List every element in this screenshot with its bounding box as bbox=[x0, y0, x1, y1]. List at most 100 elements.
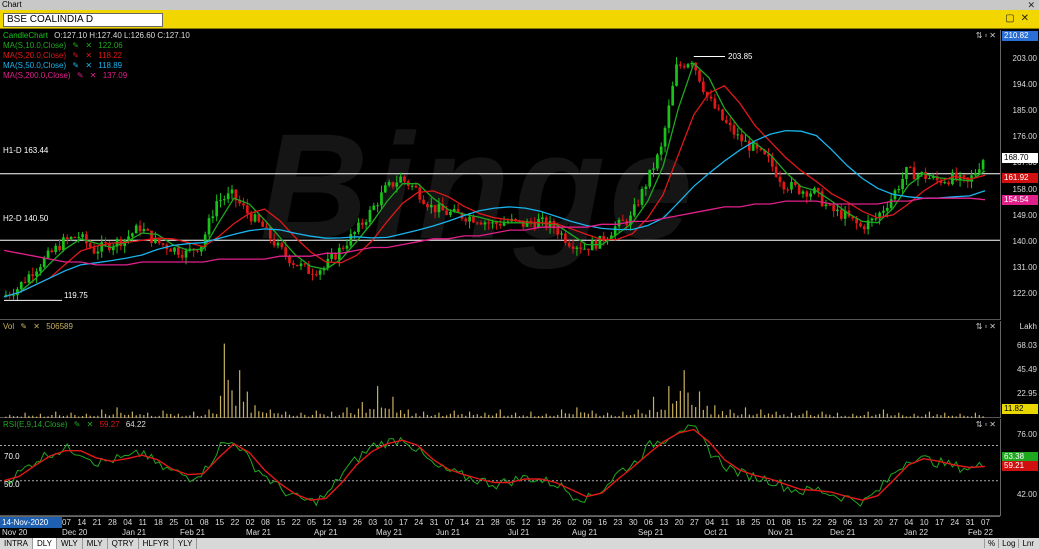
remove-icon[interactable]: ✕ bbox=[85, 61, 92, 70]
candle-body bbox=[88, 243, 92, 248]
volume-bar bbox=[790, 412, 793, 418]
volume-bar bbox=[744, 407, 747, 418]
date-tick: 09 bbox=[582, 518, 592, 527]
symbol-input[interactable]: BSE COALINDIA D bbox=[3, 13, 163, 27]
date-axis[interactable]: 14-Nov-2020 07 14 21 28 04 11 18 25 01 08 15 22 02 08… bbox=[0, 516, 1000, 538]
candle-body bbox=[621, 219, 625, 221]
pane-controls[interactable]: ⇅▫✕ bbox=[976, 322, 998, 331]
pencil-icon[interactable]: ✎ bbox=[72, 41, 79, 50]
rsi-chart[interactable] bbox=[0, 419, 1000, 516]
timeframe-mly[interactable]: MLY bbox=[83, 538, 108, 549]
price-tag: 210.82 bbox=[1002, 31, 1038, 42]
volume-bar bbox=[407, 409, 409, 418]
price-pane[interactable]: Binge CandleChart O:127.10 H:127.40 L:12… bbox=[0, 30, 1000, 320]
rsi-pane[interactable]: RSI(E,9,14,Close) ✎ ✕ 59.27 64.22 70.0 5… bbox=[0, 419, 1000, 516]
volume-bar bbox=[967, 416, 969, 418]
close-chart-icon[interactable]: ✕ bbox=[1021, 13, 1035, 24]
price-chart[interactable] bbox=[0, 30, 1000, 320]
timeframe-wly[interactable]: WLY bbox=[57, 538, 83, 549]
volume-bar bbox=[614, 416, 616, 418]
remove-icon[interactable]: ✕ bbox=[90, 71, 97, 80]
volume-chart[interactable] bbox=[0, 321, 1000, 418]
candle-body bbox=[698, 70, 701, 82]
volume-bar bbox=[154, 416, 156, 418]
pencil-icon[interactable]: ✎ bbox=[20, 322, 27, 331]
volume-bar bbox=[622, 411, 624, 418]
timeframe-intra[interactable]: INTRA bbox=[0, 538, 33, 549]
date-tick: 13 bbox=[858, 518, 868, 527]
close-icon[interactable]: ✕ bbox=[1027, 0, 1035, 10]
volume-bar bbox=[675, 400, 678, 418]
pane-controls[interactable]: ⇅▫✕ bbox=[976, 420, 998, 429]
date-tick: 06 bbox=[644, 518, 653, 527]
volume-bar bbox=[453, 410, 455, 418]
timeframe-dly[interactable]: DLY bbox=[33, 538, 57, 549]
volume-bar bbox=[354, 414, 356, 418]
volume-bar bbox=[262, 412, 264, 418]
volume-bar bbox=[120, 412, 122, 418]
date-tick: 28 bbox=[107, 518, 117, 527]
volume-bar bbox=[426, 414, 429, 418]
volume-bar bbox=[131, 411, 133, 418]
candle-body bbox=[23, 281, 27, 283]
volume-bar bbox=[787, 416, 789, 418]
candle-body bbox=[571, 246, 575, 249]
pencil-icon[interactable]: ✎ bbox=[72, 61, 79, 70]
date-tick: 12 bbox=[521, 518, 531, 527]
scale-log[interactable]: Log bbox=[998, 539, 1019, 548]
timeframe-hlfyr[interactable]: HLFYR bbox=[139, 538, 174, 549]
remove-icon[interactable]: ✕ bbox=[87, 420, 94, 429]
candle-body bbox=[410, 185, 414, 187]
volume-tick: 45.49 bbox=[1016, 364, 1037, 374]
timeframe-qtry[interactable]: QTRY bbox=[108, 538, 139, 549]
remove-icon[interactable]: ✕ bbox=[33, 322, 40, 331]
legend-ma50: MA(S,50.0,Close) ✎ ✕ 118.89 bbox=[3, 61, 126, 71]
candle-body bbox=[556, 228, 560, 235]
window-controls: ▢✕ bbox=[1005, 13, 1035, 24]
volume-bar bbox=[124, 414, 126, 418]
price-tag: 161.92 bbox=[1002, 173, 1038, 184]
volume-bar bbox=[714, 405, 716, 418]
pane-controls[interactable]: ⇅▫✕ bbox=[976, 31, 998, 40]
volume-bar bbox=[913, 413, 915, 418]
price-axis[interactable]: 203.00194.00185.00176.00167.00158.00149.… bbox=[1000, 30, 1039, 320]
remove-icon[interactable]: ✕ bbox=[85, 51, 92, 60]
pencil-icon[interactable]: ✎ bbox=[72, 51, 79, 60]
volume-pane[interactable]: Vol ✎ ✕ 506589 ⇅▫✕ bbox=[0, 321, 1000, 418]
scale-lnr[interactable]: Lnr bbox=[1018, 539, 1037, 548]
volume-bar bbox=[189, 415, 191, 418]
volume-bar bbox=[917, 415, 919, 418]
rsi-tag: 59.21 bbox=[1002, 461, 1038, 472]
timeframe-yly[interactable]: YLY bbox=[174, 538, 198, 549]
volume-bar bbox=[55, 411, 57, 418]
volume-bar bbox=[39, 413, 42, 418]
candle-body bbox=[675, 64, 678, 86]
candle-body bbox=[180, 254, 184, 258]
candle-body bbox=[376, 205, 379, 207]
volume-bar bbox=[526, 416, 528, 418]
scale-percent[interactable]: % bbox=[983, 539, 999, 548]
volume-bar bbox=[890, 415, 892, 418]
date-tick: 07 bbox=[62, 518, 71, 527]
rsi-axis[interactable]: 76.00 42.00 63.38 59.21 bbox=[1000, 419, 1039, 516]
candle-body bbox=[403, 176, 406, 182]
volume-bar bbox=[488, 414, 490, 418]
volume-bar bbox=[369, 408, 371, 418]
volume-bar bbox=[400, 410, 402, 418]
remove-icon[interactable]: ✕ bbox=[85, 41, 92, 50]
candle-body bbox=[96, 251, 100, 254]
volume-bar bbox=[599, 415, 601, 418]
pencil-icon[interactable]: ✎ bbox=[74, 420, 81, 429]
volume-bar bbox=[836, 412, 839, 418]
candle-body bbox=[732, 125, 736, 135]
volume-bar bbox=[491, 415, 494, 418]
volume-tag: 11.82 bbox=[1002, 404, 1038, 414]
volume-axis[interactable]: Lakh 68.03 45.49 22.95 11.82 bbox=[1000, 321, 1039, 418]
restore-icon[interactable]: ▢ bbox=[1005, 13, 1020, 24]
candle-body bbox=[590, 240, 594, 251]
volume-bar bbox=[419, 416, 421, 418]
pencil-icon[interactable]: ✎ bbox=[77, 71, 84, 80]
candle-body bbox=[422, 199, 425, 204]
volume-bar bbox=[760, 409, 762, 418]
volume-bar bbox=[679, 390, 681, 418]
